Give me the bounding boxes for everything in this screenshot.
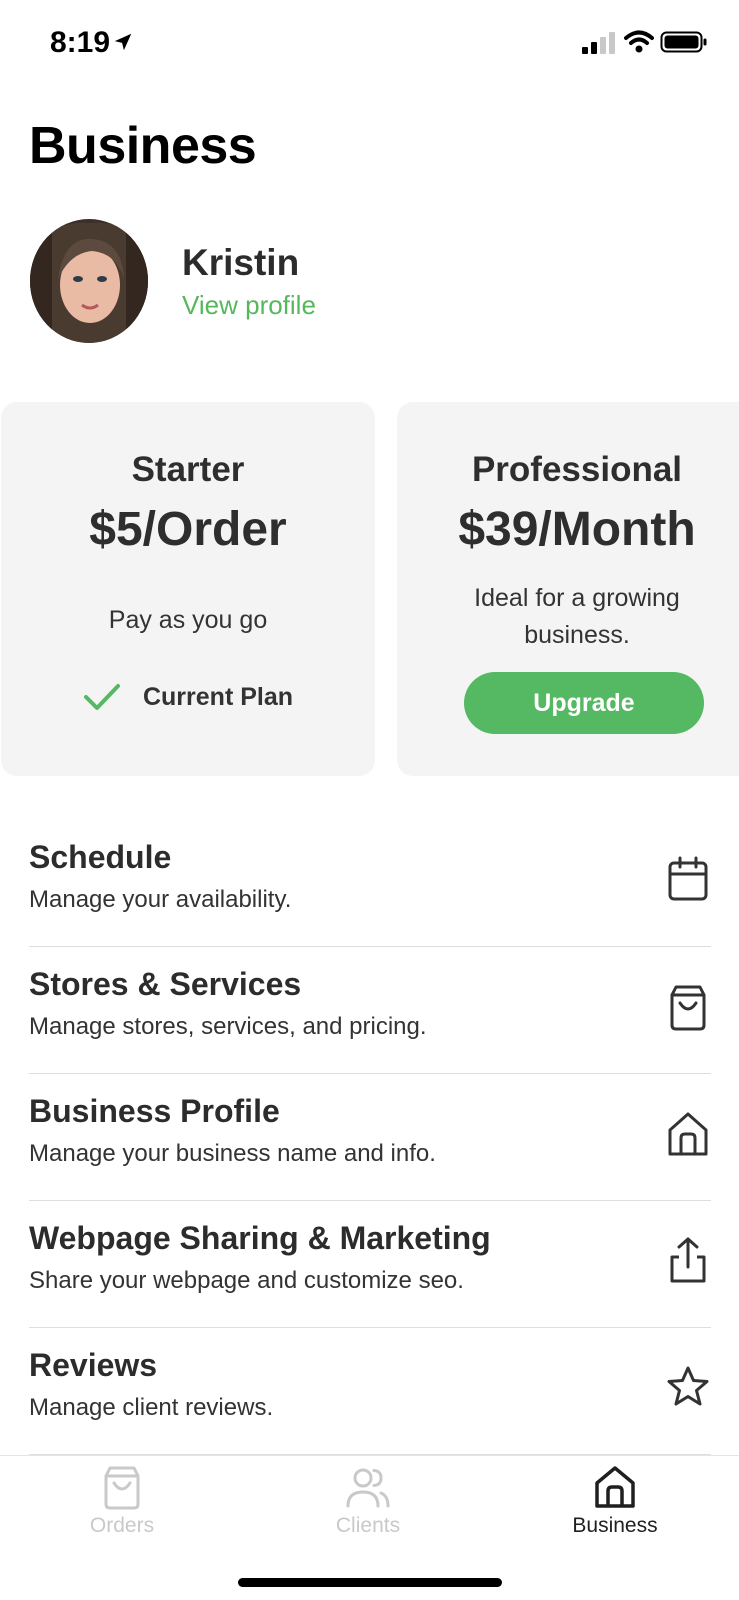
menu-item-webpage-sharing[interactable]: Webpage Sharing & Marketing Share your w… [29,1201,711,1328]
plan-price: $39/Month [458,503,696,556]
menu-item-subtitle: Share your webpage and customize seo. [29,1267,464,1294]
tab-label: Business [572,1514,658,1537]
status-bar: 8:19 [0,0,739,90]
avatar[interactable] [30,219,148,343]
page-title: Business [29,117,257,175]
plan-name: Starter [131,450,245,489]
current-plan-label: Current Plan [142,682,294,711]
menu-item-subtitle: Manage stores, services, and pricing. [29,1013,427,1040]
menu-item-title: Schedule [29,839,172,875]
shopping-bag-icon [104,1466,140,1510]
menu-item-subtitle: Manage your business name and info. [29,1140,436,1167]
plan-description: Pay as you go [108,606,268,634]
tab-label: Clients [335,1514,401,1537]
storefront-icon [595,1466,635,1508]
tab-business[interactable]: Business [535,1464,695,1544]
tab-clients[interactable]: Clients [288,1464,448,1544]
cellular-signal-icon [582,32,615,54]
wifi-icon [624,30,654,53]
menu-item-subtitle: Manage your availability. [29,886,292,913]
menu-item-schedule[interactable]: Schedule Manage your availability. [29,820,711,947]
shopping-bag-icon [670,985,706,1031]
menu-item-reviews[interactable]: Reviews Manage client reviews. [29,1328,711,1455]
plan-card-professional: Professional $39/Month Ideal for a growi… [397,402,739,776]
checkmark-icon [83,684,120,710]
menu-item-stores-services[interactable]: Stores & Services Manage stores, service… [29,947,711,1074]
plan-card-starter: Starter $5/Order Pay as you go Current P… [1,402,375,776]
avatar-photo [30,219,148,343]
battery-icon [660,31,707,53]
view-profile-link[interactable]: View profile [182,290,316,321]
menu-item-subtitle: Manage client reviews. [29,1394,274,1421]
plan-description: Ideal for a growing business. [474,584,680,649]
star-icon [667,1366,709,1406]
menu-item-title: Webpage Sharing & Marketing [29,1220,491,1256]
menu-item-business-profile[interactable]: Business Profile Manage your business na… [29,1074,711,1201]
profile-name: Kristin [182,242,300,283]
upgrade-button[interactable]: Upgrade [464,672,704,734]
status-time: 8:19 [50,26,111,59]
storefront-icon [668,1112,708,1156]
tab-label: Orders [89,1514,155,1537]
current-plan-indicator: Current Plan [1,682,375,712]
home-indicator [238,1578,502,1587]
tab-orders[interactable]: Orders [42,1464,202,1544]
menu-item-title: Business Profile [29,1093,280,1129]
share-icon [670,1237,706,1283]
users-icon [346,1468,390,1508]
location-arrow-icon [114,33,132,51]
plan-price: $5/Order [89,503,287,556]
menu-item-title: Reviews [29,1347,158,1383]
plan-name: Professional [471,450,683,489]
menu-item-title: Stores & Services [29,966,302,1002]
calendar-icon [668,856,708,901]
